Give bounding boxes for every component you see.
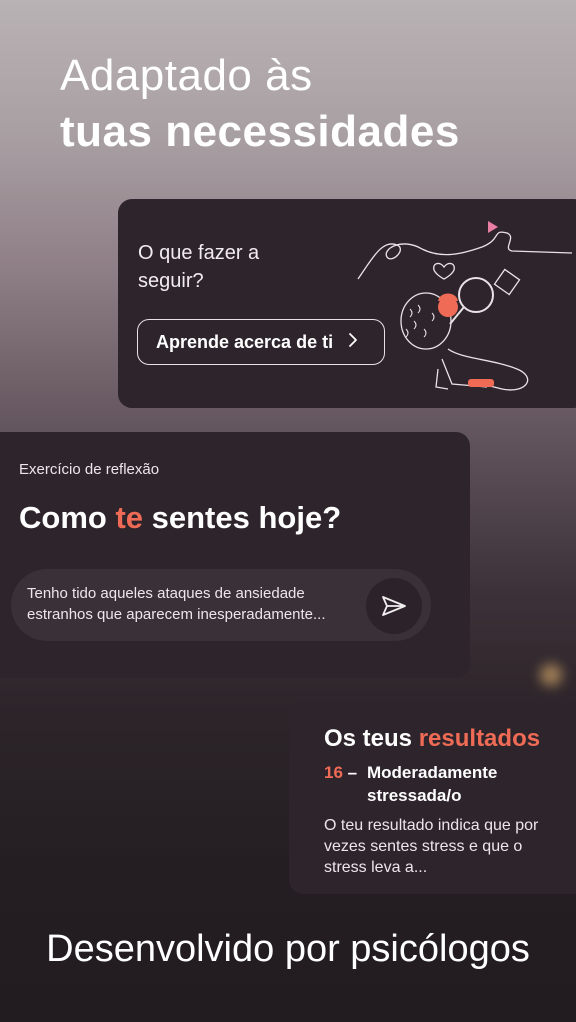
reflection-title: Como te sentes hoje?	[19, 500, 341, 536]
results-score: 16 – Moderadamente stressada/o	[324, 761, 564, 805]
person-with-magnifier-illustration	[357, 221, 573, 391]
send-button[interactable]	[366, 578, 422, 634]
reflection-title-end: sentes hoje?	[143, 500, 342, 535]
send-icon	[382, 596, 406, 616]
learn-about-you-label: Aprende acerca de ti	[156, 331, 334, 352]
next-step-question: O que fazer a seguir?	[138, 242, 260, 292]
learn-about-you-button[interactable]: Aprende acerca de ti	[137, 319, 385, 365]
footer-tagline: Desenvolvido por psicólogos	[46, 928, 530, 970]
reflection-entry-text: Tenho tido aqueles ataques de ansiedade …	[27, 585, 326, 623]
score-value: 16	[324, 763, 343, 782]
score-label: Moderadamente stressada/o	[367, 763, 498, 805]
results-description: O teu resultado indica que por vezes sen…	[324, 817, 539, 876]
reflection-subtitle: Exercício de reflexão	[19, 461, 160, 478]
reflection-title-start: Como	[19, 500, 116, 535]
score-dash: –	[347, 763, 358, 782]
results-title-accent: resultados	[418, 725, 541, 752]
hero-line-1: Adaptado às	[60, 51, 313, 100]
reflection-card: Exercício de reflexão Como te sentes hoj…	[0, 432, 470, 678]
reflection-entry-field[interactable]: Tenho tido aqueles ataques de ansiedade …	[11, 569, 431, 641]
hero-heading: Adaptado às tuas necessidades	[60, 48, 460, 160]
next-step-card: O que fazer a seguir? Aprende acerca de …	[118, 199, 576, 408]
results-title: Os teus resultados	[324, 725, 540, 753]
results-title-start: Os teus	[324, 725, 419, 752]
bokeh-light	[540, 664, 562, 686]
hero-line-2: tuas necessidades	[60, 107, 460, 156]
results-card: Os teus resultados 16 – Moderadamente st…	[289, 702, 576, 894]
reflection-title-accent: te	[115, 500, 144, 535]
